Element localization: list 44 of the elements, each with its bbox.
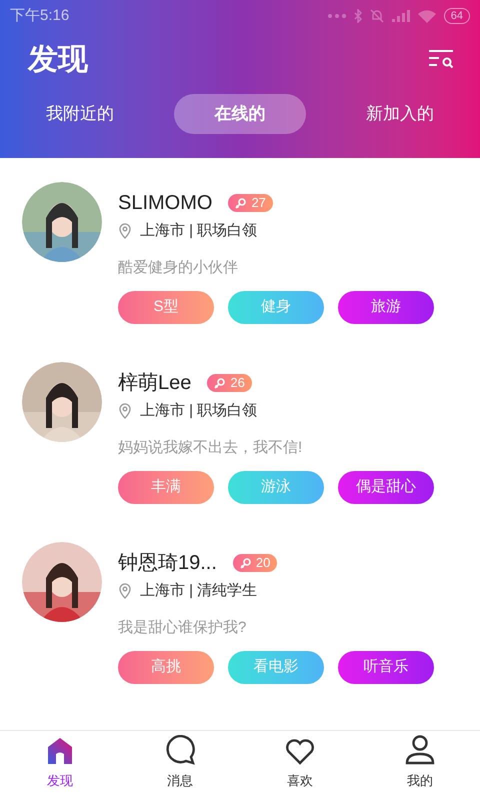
interest-tag: 旅游 bbox=[338, 291, 434, 324]
age-badge: 20 bbox=[232, 554, 278, 572]
signal-icon bbox=[392, 10, 410, 22]
user-name: 钟恩琦19... bbox=[118, 551, 217, 576]
wifi-icon bbox=[418, 10, 436, 22]
location-pin-icon bbox=[118, 583, 132, 600]
user-name: 梓萌Lee bbox=[118, 371, 192, 396]
user-location: 上海市 | 职场白领 bbox=[140, 401, 258, 421]
age-badge: 26 bbox=[207, 374, 252, 392]
filter-search-icon[interactable] bbox=[428, 49, 454, 69]
interest-tag: 听音乐 bbox=[338, 651, 434, 684]
age-badge: 27 bbox=[228, 194, 273, 212]
interest-tag: 看电影 bbox=[228, 651, 324, 684]
tab[interactable]: 新加入的 bbox=[334, 94, 466, 134]
user-bio: 酷爱健身的小伙伴 bbox=[118, 258, 239, 278]
user-location: 上海市 | 职场白领 bbox=[140, 221, 258, 241]
status-time: 下午5:16 bbox=[10, 6, 70, 26]
tab[interactable]: 我附近的 bbox=[14, 94, 146, 134]
bell-off-icon bbox=[370, 9, 384, 23]
page-title: 发现 bbox=[28, 42, 88, 78]
user-location: 上海市 | 清纯学生 bbox=[140, 581, 258, 601]
location-pin-icon bbox=[118, 223, 132, 240]
interest-tag: 健身 bbox=[228, 291, 324, 324]
more-dots-icon bbox=[328, 14, 346, 18]
nav-item[interactable]: 发现 bbox=[0, 731, 120, 800]
nav-item[interactable]: 喜欢 bbox=[240, 731, 360, 800]
tab[interactable]: 在线的 bbox=[174, 94, 306, 134]
user-bio: 妈妈说我嫁不出去，我不信! bbox=[118, 438, 304, 458]
interest-tag: 游泳 bbox=[228, 471, 324, 504]
user-name: SLIMOMO bbox=[118, 191, 212, 216]
chat-bubble-icon bbox=[164, 734, 196, 764]
interest-tag: S型 bbox=[118, 291, 214, 324]
location-pin-icon bbox=[118, 403, 132, 420]
interest-tag: 丰满 bbox=[118, 471, 214, 504]
heart-icon bbox=[285, 738, 315, 764]
battery-level: 64 bbox=[444, 8, 470, 24]
home-icon bbox=[47, 736, 73, 764]
interest-tag: 高挑 bbox=[118, 651, 214, 684]
bluetooth-icon bbox=[354, 9, 362, 23]
interest-tag: 偶是甜心 bbox=[338, 471, 434, 504]
nav-item[interactable]: 消息 bbox=[120, 731, 240, 800]
nav-item[interactable]: 我的 bbox=[360, 731, 480, 800]
person-icon bbox=[405, 734, 435, 764]
user-bio: 我是甜心谁保护我? bbox=[118, 618, 248, 638]
